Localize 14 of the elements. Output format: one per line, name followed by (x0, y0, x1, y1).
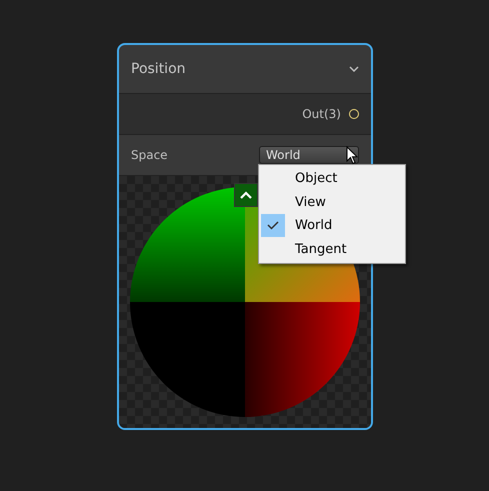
menu-item-label: Tangent (295, 242, 347, 257)
node-title: Position (131, 61, 186, 77)
collapse-preview-button[interactable] (234, 183, 258, 207)
menu-item-label: Object (295, 171, 338, 186)
output-port-icon[interactable] (349, 109, 359, 119)
caret-icon (240, 191, 252, 199)
output-label: Out(3) (302, 107, 341, 121)
chevron-icon[interactable] (349, 66, 359, 72)
menu-item-label: World (295, 218, 332, 234)
check-icon (267, 221, 279, 230)
cursor-icon (346, 146, 358, 165)
property-label: Space (131, 148, 168, 162)
menu-item-label: View (295, 194, 326, 210)
space-dropdown[interactable]: World (259, 146, 359, 164)
